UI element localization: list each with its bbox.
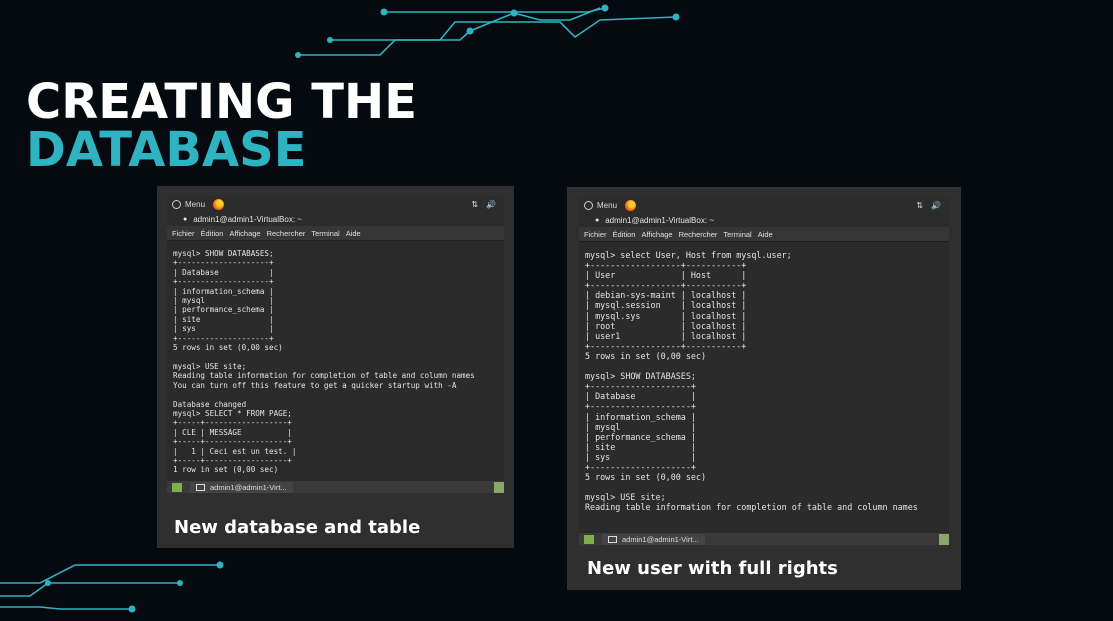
screenshot-card-left: Menu ⇅ 🔊 ● admin1@admin1-VirtualBox: ~ F… (157, 186, 514, 548)
caption-right: New user with full rights (587, 558, 838, 579)
window-titlebar: ● admin1@admin1-VirtualBox: ~ (579, 213, 949, 227)
menu-icon[interactable] (584, 200, 593, 210)
window-titlebar: ● admin1@admin1-VirtualBox: ~ (167, 212, 504, 226)
slide-title-line1: CREATING THE (26, 74, 417, 130)
window-icon (196, 483, 205, 491)
window-title: admin1@admin1-VirtualBox: ~ (605, 215, 714, 225)
desktop-panel: Menu ⇅ 🔊 (167, 196, 504, 212)
menu-rechercher[interactable]: Rechercher (679, 230, 718, 239)
show-desktop-icon[interactable] (939, 533, 949, 545)
slide-title-line2: DATABASE (26, 122, 307, 178)
menu-label[interactable]: Menu (597, 201, 617, 210)
firefox-icon[interactable] (213, 198, 225, 210)
system-tray: ⇅ 🔊 (916, 201, 941, 210)
terminal-launcher-icon[interactable] (584, 534, 594, 544)
menu-aide[interactable]: Aide (758, 230, 773, 239)
terminal-menubar: Fichier Édition Affichage Rechercher Ter… (167, 226, 504, 241)
system-tray: ⇅ 🔊 (471, 200, 496, 209)
terminal-output[interactable]: mysql> select User, Host from mysql.user… (579, 242, 949, 533)
menu-fichier[interactable]: Fichier (584, 230, 607, 239)
menu-terminal[interactable]: Terminal (723, 230, 751, 239)
terminal-menubar: Fichier Édition Affichage Rechercher Ter… (579, 227, 949, 242)
desktop-panel: Menu ⇅ 🔊 (579, 197, 949, 213)
menu-aide[interactable]: Aide (346, 229, 361, 238)
volume-icon[interactable]: 🔊 (931, 201, 941, 210)
pin-icon[interactable]: ● (183, 216, 187, 223)
firefox-icon[interactable] (625, 199, 637, 211)
menu-icon[interactable] (172, 199, 181, 209)
taskbar: admin1@admin1-Virt... (167, 481, 504, 493)
menu-affichage[interactable]: Affichage (641, 230, 672, 239)
network-icon[interactable]: ⇅ (916, 201, 923, 210)
menu-fichier[interactable]: Fichier (172, 229, 195, 238)
taskbar-window-button[interactable]: admin1@admin1-Virt... (190, 481, 293, 493)
terminal-launcher-icon[interactable] (172, 482, 182, 492)
show-desktop-icon[interactable] (494, 481, 504, 493)
terminal-output[interactable]: mysql> SHOW DATABASES; +----------------… (167, 241, 504, 481)
menu-edition[interactable]: Édition (201, 229, 224, 238)
menu-edition[interactable]: Édition (613, 230, 636, 239)
pin-icon[interactable]: ● (595, 217, 599, 224)
slide-title: CREATING THE DATABASE (26, 78, 417, 174)
taskbar-window-button[interactable]: admin1@admin1-Virt... (602, 533, 705, 545)
desktop-screenshot-right: Menu ⇅ 🔊 ● admin1@admin1-VirtualBox: ~ F… (579, 197, 949, 545)
taskbar-window-label: admin1@admin1-Virt... (622, 534, 699, 544)
taskbar: admin1@admin1-Virt... (579, 533, 949, 545)
menu-rechercher[interactable]: Rechercher (267, 229, 306, 238)
desktop-screenshot-left: Menu ⇅ 🔊 ● admin1@admin1-VirtualBox: ~ F… (167, 196, 504, 493)
menu-label[interactable]: Menu (185, 200, 205, 209)
window-icon (608, 535, 617, 543)
volume-icon[interactable]: 🔊 (486, 200, 496, 209)
screenshot-card-right: Menu ⇅ 🔊 ● admin1@admin1-VirtualBox: ~ F… (567, 187, 961, 590)
window-title: admin1@admin1-VirtualBox: ~ (193, 214, 302, 224)
menu-terminal[interactable]: Terminal (311, 229, 339, 238)
network-icon[interactable]: ⇅ (471, 200, 478, 209)
taskbar-window-label: admin1@admin1-Virt... (210, 482, 287, 492)
caption-left: New database and table (174, 517, 421, 538)
menu-affichage[interactable]: Affichage (229, 229, 260, 238)
